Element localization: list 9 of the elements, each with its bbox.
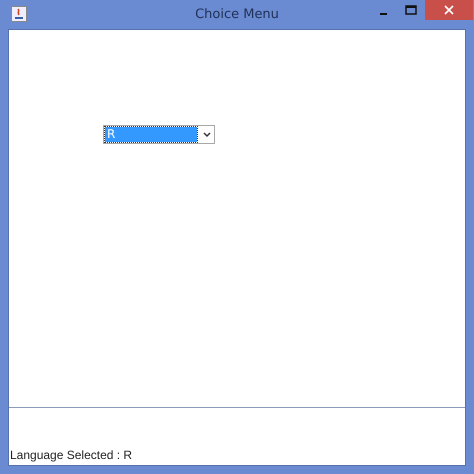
status-label: Language Selected : R	[10, 448, 132, 462]
window-title: Choice Menu	[195, 7, 279, 22]
app-icon	[11, 6, 27, 22]
chevron-down-icon	[203, 132, 211, 138]
language-dropdown[interactable]: R	[103, 125, 215, 144]
maximize-icon	[405, 5, 417, 15]
close-icon	[444, 5, 454, 15]
minimize-icon	[380, 12, 386, 14]
close-button[interactable]	[425, 0, 473, 20]
